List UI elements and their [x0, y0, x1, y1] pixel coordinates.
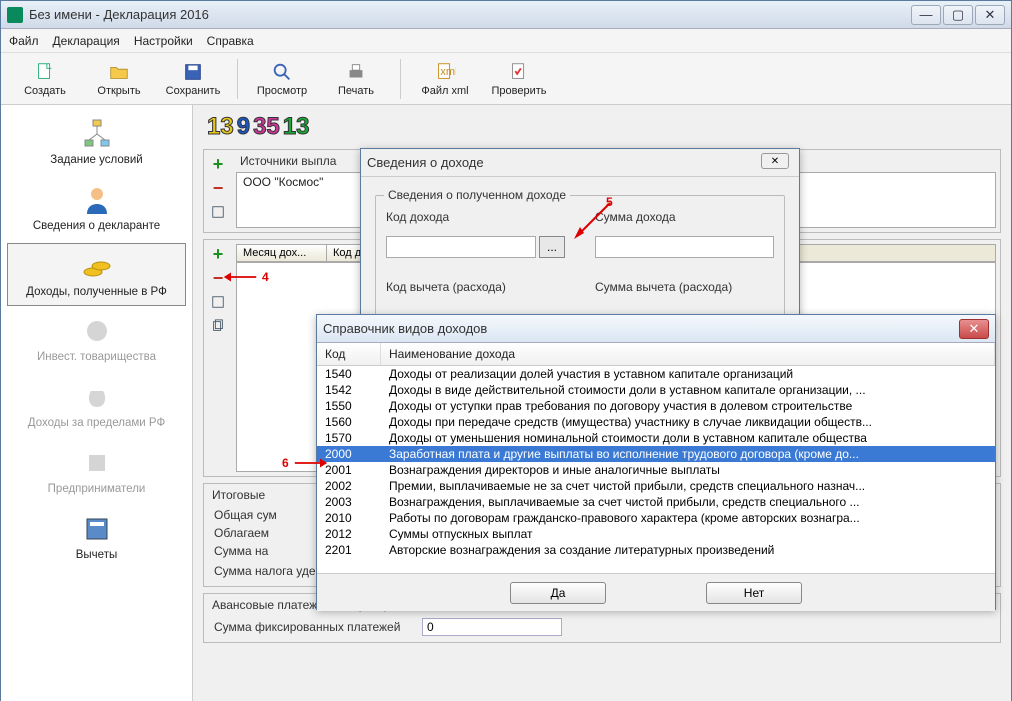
add-source-button[interactable]: +	[208, 154, 228, 174]
sidebar-income-foreign[interactable]: Доходы за пределами РФ	[7, 374, 186, 438]
income-type-row[interactable]: 2003Вознаграждения, выплачиваемые за сче…	[317, 494, 995, 510]
dlg2-yes-button[interactable]: Да	[510, 582, 606, 604]
toolbar-print[interactable]: Печать	[320, 55, 392, 103]
sidebar: Задание условий Сведения о декларанте До…	[1, 105, 193, 701]
folder-open-icon	[108, 61, 130, 83]
check-icon	[508, 61, 530, 83]
dlg2-col-name[interactable]: Наименование дохода	[381, 343, 995, 365]
income-type-row[interactable]: 1560Доходы при передаче средств (имущест…	[317, 414, 995, 430]
copy-icon	[211, 319, 225, 333]
add-entry-button[interactable]: +	[208, 244, 228, 264]
menu-file[interactable]: Файл	[9, 34, 39, 48]
sum-label: Сумма дохода	[595, 210, 774, 224]
advance-row-label: Сумма фиксированных платежей	[214, 620, 414, 634]
edit-source-button[interactable]	[208, 202, 228, 222]
toolbar-check[interactable]: Проверить	[483, 55, 555, 103]
svg-text:xml: xml	[440, 65, 456, 77]
col-month[interactable]: Месяц дох...	[237, 245, 327, 261]
edit-icon	[211, 205, 225, 219]
minimize-button[interactable]: ―	[911, 5, 941, 25]
close-button[interactable]: ✕	[975, 5, 1005, 25]
annotation-5: 5	[570, 197, 616, 243]
dlg1-titlebar[interactable]: Сведения о доходе ✕	[361, 149, 799, 177]
menubar: Файл Декларация Настройки Справка	[1, 29, 1011, 53]
toolbar-xml[interactable]: xml Файл xml	[409, 55, 481, 103]
num-13a[interactable]: 13	[207, 113, 234, 141]
income-types-dialog: Справочник видов доходов ✕ Код Наименова…	[316, 314, 996, 610]
income-type-row[interactable]: 2012Суммы отпускных выплат	[317, 526, 995, 542]
dlg2-no-button[interactable]: Нет	[706, 582, 802, 604]
menu-settings[interactable]: Настройки	[134, 34, 193, 48]
income-type-row[interactable]: 2201Авторские вознаграждения за создание…	[317, 542, 995, 558]
income-type-row[interactable]: 1550Доходы от уступки прав требования по…	[317, 398, 995, 414]
preview-icon	[271, 61, 293, 83]
deduct-code-label: Код вычета (расхода)	[386, 280, 565, 294]
dlg2-col-code[interactable]: Код	[317, 343, 381, 365]
copy-entry-button[interactable]	[208, 316, 228, 336]
sidebar-business[interactable]: Предприниматели	[7, 440, 186, 504]
toolbar: Создать Открыть Сохранить Просмотр Печат…	[1, 53, 1011, 105]
income-type-row[interactable]: 1570Доходы от уменьшения номинальной сто…	[317, 430, 995, 446]
menu-declaration[interactable]: Декларация	[53, 34, 120, 48]
toolbar-open[interactable]: Открыть	[83, 55, 155, 103]
income-type-row[interactable]: 1540Доходы от реализации долей участия в…	[317, 366, 995, 382]
print-icon	[345, 61, 367, 83]
window-title: Без имени - Декларация 2016	[29, 7, 911, 22]
toolbar-create[interactable]: Создать	[9, 55, 81, 103]
dlg2-title: Справочник видов доходов	[323, 321, 959, 336]
main-titlebar: Без имени - Декларация 2016 ― ▢ ✕	[1, 1, 1011, 29]
income-code-lookup-button[interactable]: ...	[539, 236, 565, 258]
num-9[interactable]: 9	[237, 113, 250, 141]
annotation-6: 6	[282, 452, 329, 474]
edit-entry-button[interactable]	[208, 292, 228, 312]
save-icon	[182, 61, 204, 83]
group-title: Сведения о полученном доходе	[384, 188, 570, 202]
moneybag-icon	[81, 381, 113, 413]
code-label: Код дохода	[386, 210, 565, 224]
coins-icon	[81, 250, 113, 282]
annotation-4: 4	[222, 266, 269, 288]
income-type-row[interactable]: 2002Премии, выплачиваемые не за счет чис…	[317, 478, 995, 494]
dlg1-title: Сведения о доходе	[367, 155, 793, 170]
deduct-sum-label: Сумма вычета (расхода)	[595, 280, 774, 294]
income-code-input[interactable]	[386, 236, 536, 258]
toolbar-separator	[237, 59, 238, 99]
num-13b[interactable]: 13	[283, 113, 310, 141]
income-type-row[interactable]: 2010Работы по договорам гражданско-право…	[317, 510, 995, 526]
income-type-row[interactable]: 1542Доходы в виде действительной стоимос…	[317, 382, 995, 398]
dlg2-list[interactable]: 1540Доходы от реализации долей участия в…	[317, 366, 995, 558]
toolbar-save[interactable]: Сохранить	[157, 55, 229, 103]
advance-row-input[interactable]	[422, 618, 562, 636]
sidebar-income-rf[interactable]: Доходы, полученные в РФ	[7, 243, 186, 307]
sidebar-deductions[interactable]: Вычеты	[7, 506, 186, 570]
new-file-icon	[34, 61, 56, 83]
person-icon	[81, 184, 113, 216]
xml-icon: xml	[434, 61, 456, 83]
num-35[interactable]: 35	[253, 113, 280, 141]
income-type-row[interactable]: 2001Вознаграждения директоров и иные ана…	[317, 462, 995, 478]
dlg2-titlebar[interactable]: Справочник видов доходов ✕	[317, 315, 995, 343]
income-type-row[interactable]: 2000Заработная плата и другие выплаты во…	[317, 446, 995, 462]
toolbar-separator	[400, 59, 401, 99]
business-icon	[81, 447, 113, 479]
remove-source-button[interactable]: −	[208, 178, 228, 198]
calc-icon	[81, 513, 113, 545]
sidebar-conditions[interactable]: Задание условий	[7, 111, 186, 175]
sidebar-invest[interactable]: Инвест. товарищества	[7, 308, 186, 372]
sidebar-declarant[interactable]: Сведения о декларанте	[7, 177, 186, 241]
tree-icon	[81, 118, 113, 150]
menu-help[interactable]: Справка	[207, 34, 254, 48]
maximize-button[interactable]: ▢	[943, 5, 973, 25]
invest-icon	[81, 315, 113, 347]
dlg2-close-button[interactable]: ✕	[959, 319, 989, 339]
dlg2-list-header: Код Наименование дохода	[317, 343, 995, 366]
number-tabs: 13 9 35 13	[203, 111, 1001, 143]
income-sum-input[interactable]	[595, 236, 774, 258]
edit-icon	[211, 295, 225, 309]
dlg1-close-button[interactable]: ✕	[761, 153, 789, 169]
app-icon	[7, 7, 23, 23]
toolbar-preview[interactable]: Просмотр	[246, 55, 318, 103]
